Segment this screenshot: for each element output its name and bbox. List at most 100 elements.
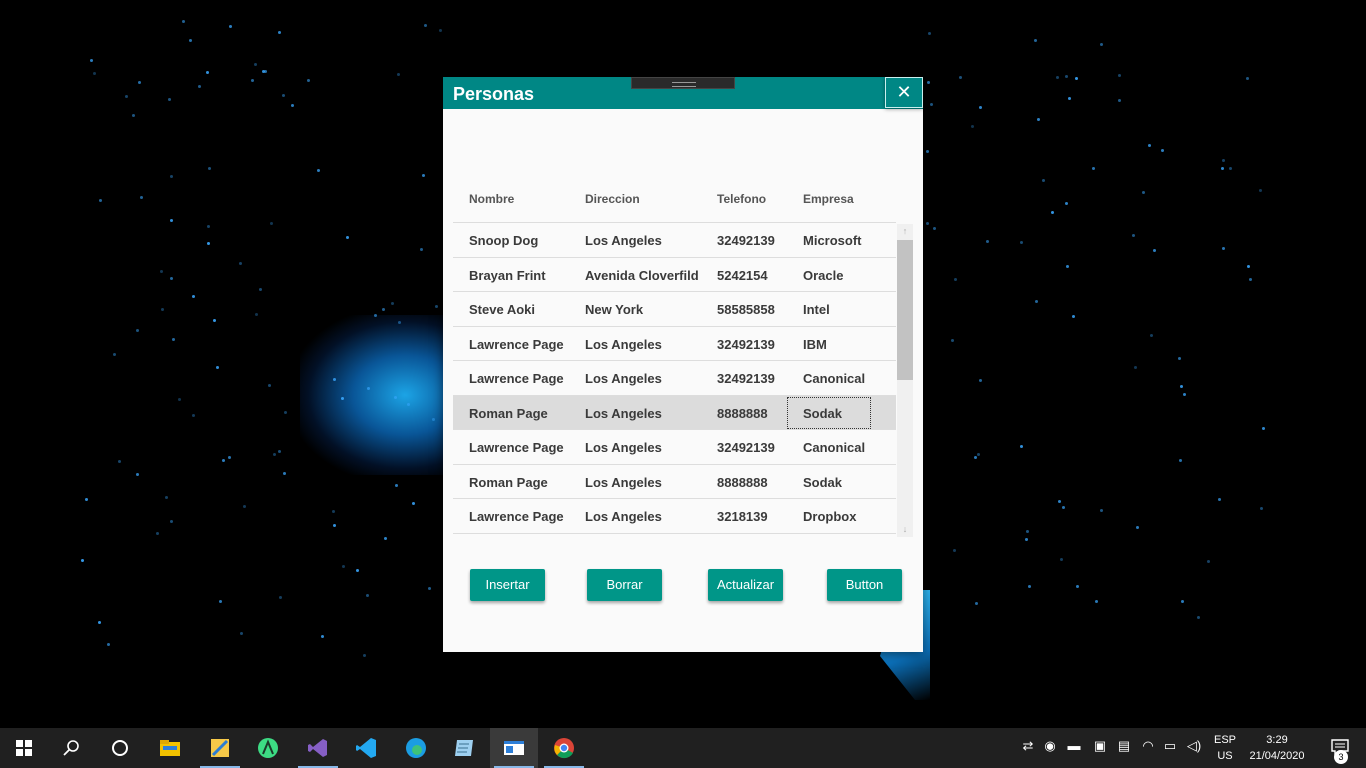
- cell-focus-indicator: [787, 396, 871, 429]
- action-center-button[interactable]: 3: [1320, 728, 1360, 768]
- table-cell[interactable]: Canonical: [803, 440, 865, 455]
- particle: [979, 105, 983, 109]
- particle: [1220, 167, 1224, 171]
- drag-handle[interactable]: [631, 77, 735, 89]
- column-header-empresa[interactable]: Empresa: [803, 192, 854, 206]
- update-button[interactable]: Actualizar: [708, 569, 783, 601]
- column-header-telefono[interactable]: Telefono: [717, 192, 766, 206]
- table-cell[interactable]: Microsoft: [803, 233, 862, 248]
- table-cell[interactable]: Roman Page: [469, 406, 548, 421]
- wifi-icon[interactable]: ◠: [1140, 738, 1156, 756]
- particle: [263, 70, 267, 74]
- table-row[interactable]: Lawrence Page Los Angeles 32492139 Canonica…: [453, 430, 896, 465]
- column-header-nombre[interactable]: Nombre: [469, 192, 514, 206]
- table-cell[interactable]: 8888888: [717, 406, 768, 421]
- table-cell[interactable]: IBM: [803, 337, 827, 352]
- tray-security-icon[interactable]: ◉: [1042, 738, 1058, 756]
- particle: [973, 456, 977, 460]
- particle: [281, 93, 285, 97]
- table-cell[interactable]: Steve Aoki: [469, 302, 535, 317]
- delete-button[interactable]: Borrar: [587, 569, 662, 601]
- particle: [212, 318, 216, 322]
- particle: [169, 219, 173, 223]
- column-header-direccion[interactable]: Direccion: [585, 192, 640, 206]
- table-cell[interactable]: Los Angeles: [585, 440, 662, 455]
- table-cell[interactable]: 32492139: [717, 233, 775, 248]
- vscode-icon[interactable]: [342, 728, 390, 768]
- insert-button[interactable]: Insertar: [470, 569, 545, 601]
- tray-network-app-icon[interactable]: ▤: [1116, 738, 1132, 756]
- vertical-scrollbar[interactable]: ↑ ↓: [897, 224, 913, 537]
- chrome-browser-icon[interactable]: [540, 728, 588, 768]
- task-view-icon[interactable]: [96, 728, 144, 768]
- table-cell[interactable]: 32492139: [717, 337, 775, 352]
- table-cell[interactable]: Los Angeles: [585, 475, 662, 490]
- active-app-icon[interactable]: [490, 728, 538, 768]
- table-cell[interactable]: Intel: [803, 302, 830, 317]
- table-row[interactable]: Lawrence Page Los Angeles 32492139 IBM: [453, 327, 896, 361]
- particle: [1019, 444, 1023, 448]
- table-row[interactable]: Lawrence Page Los Angeles 32492139 Canonica…: [453, 361, 896, 396]
- table-cell[interactable]: Sodak: [803, 475, 842, 490]
- volume-icon[interactable]: ◁): [1186, 738, 1202, 756]
- table-cell[interactable]: Snoop Dog: [469, 233, 538, 248]
- battery-icon[interactable]: ▭: [1162, 738, 1178, 756]
- table-cell[interactable]: Los Angeles: [585, 233, 662, 248]
- android-studio-icon[interactable]: [244, 728, 292, 768]
- particle: [1075, 584, 1079, 588]
- table-cell[interactable]: 32492139: [717, 371, 775, 386]
- table-cell[interactable]: Los Angeles: [585, 337, 662, 352]
- table-cell[interactable]: Los Angeles: [585, 406, 662, 421]
- particle: [1037, 118, 1041, 122]
- table-cell[interactable]: 58585858: [717, 302, 775, 317]
- scroll-down-arrow-icon[interactable]: ↓: [897, 522, 913, 537]
- notepad-app-icon[interactable]: [440, 728, 488, 768]
- table-cell[interactable]: 5242154: [717, 268, 768, 283]
- particle: [985, 240, 989, 244]
- table-cell[interactable]: Oracle: [803, 268, 843, 283]
- tray-teamviewer-icon[interactable]: ⇄: [1020, 738, 1036, 756]
- table-row[interactable]: Lawrence Page Los Angeles 3218139 Dropbox: [453, 499, 896, 534]
- table-cell[interactable]: Los Angeles: [585, 371, 662, 386]
- particle: [340, 396, 344, 400]
- table-cell[interactable]: Lawrence Page: [469, 440, 564, 455]
- table-row[interactable]: Roman Page Los Angeles 8888888 Sodak: [453, 465, 896, 499]
- table-cell[interactable]: 8888888: [717, 475, 768, 490]
- scroll-up-arrow-icon[interactable]: ↑: [897, 224, 913, 239]
- start-button[interactable]: [0, 728, 48, 768]
- table-cell[interactable]: Dropbox: [803, 509, 856, 524]
- system-clock[interactable]: 3:29 21/04/2020: [1244, 732, 1310, 764]
- table-cell[interactable]: Los Angeles: [585, 509, 662, 524]
- edge-browser-icon[interactable]: [392, 728, 440, 768]
- language-indicator[interactable]: ESP US: [1212, 732, 1238, 764]
- tray-app-icon[interactable]: ▣: [1092, 738, 1108, 756]
- particle: [219, 599, 223, 603]
- search-icon[interactable]: [48, 728, 96, 768]
- table-cell[interactable]: Lawrence Page: [469, 337, 564, 352]
- table-cell[interactable]: 32492139: [717, 440, 775, 455]
- table-cell[interactable]: Brayan Frint: [469, 268, 546, 283]
- table-cell[interactable]: Lawrence Page: [469, 509, 564, 524]
- visual-studio-icon[interactable]: [294, 728, 342, 768]
- table-row[interactable]: Steve Aoki New York 58585858 Intel: [453, 292, 896, 327]
- table-cell[interactable]: New York: [585, 302, 643, 317]
- particle: [1259, 506, 1263, 510]
- table-cell[interactable]: Avenida Cloverfild: [585, 268, 699, 283]
- table-cell[interactable]: Canonical: [803, 371, 865, 386]
- table-row[interactable]: Snoop Dog Los Angeles 32492139 Microsoft: [453, 223, 896, 258]
- close-button[interactable]: ✕: [885, 77, 923, 108]
- scrollbar-thumb[interactable]: [897, 240, 913, 380]
- particle: [208, 167, 212, 171]
- table-row[interactable]: Brayan Frint Avenida Cloverfild 5242154 Ora…: [453, 258, 896, 292]
- file-explorer-icon[interactable]: [146, 728, 194, 768]
- dialog-titlebar[interactable]: Personas ✕: [443, 77, 923, 109]
- table-cell[interactable]: 3218139: [717, 509, 768, 524]
- table-cell[interactable]: Lawrence Page: [469, 371, 564, 386]
- tray-device-icon[interactable]: ▬: [1066, 738, 1082, 756]
- table-row[interactable]: Roman Page Los Angeles 8888888 Sodak: [453, 395, 896, 430]
- particle: [221, 458, 225, 462]
- paint-app-icon[interactable]: [196, 728, 244, 768]
- particle: [215, 365, 219, 369]
- table-cell[interactable]: Roman Page: [469, 475, 548, 490]
- extra-button[interactable]: Button: [827, 569, 902, 601]
